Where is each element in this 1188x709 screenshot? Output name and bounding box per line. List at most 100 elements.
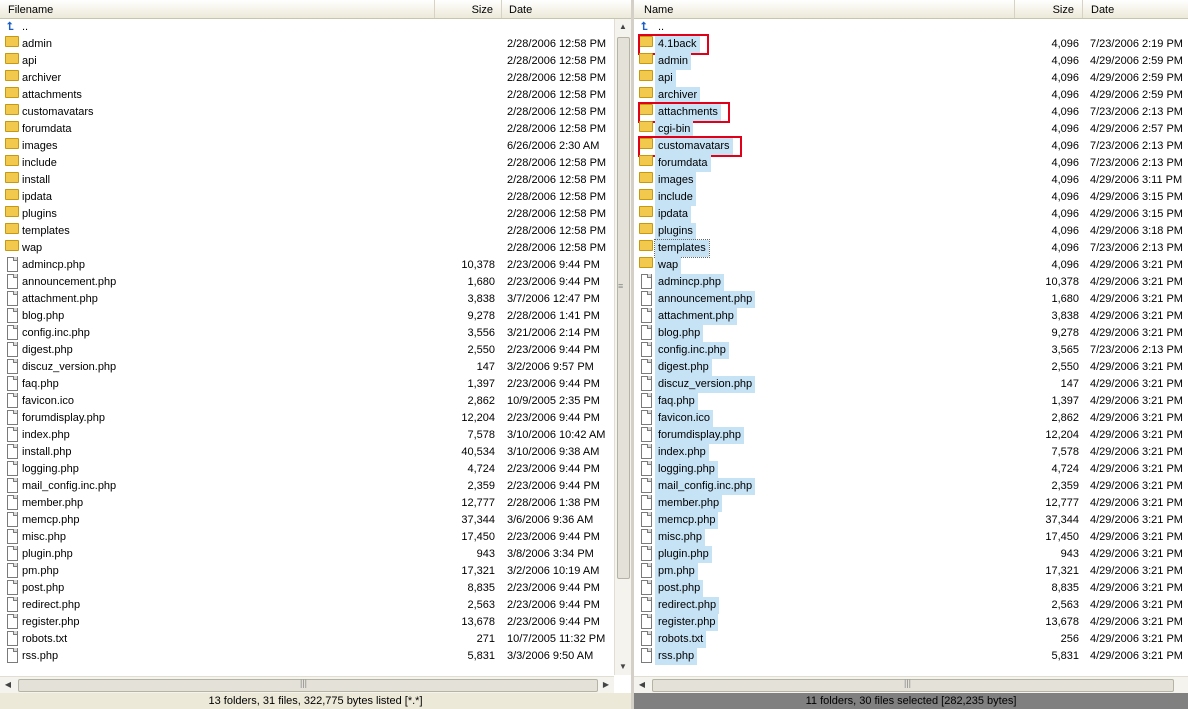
file-row[interactable]: post.php 8,835 2/23/2006 9:44 PM	[0, 580, 612, 597]
folder-row[interactable]: forumdata 4,096 7/23/2006 2:13 PM	[634, 155, 1188, 172]
file-row[interactable]: admincp.php 10,378 2/23/2006 9:44 PM	[0, 257, 612, 274]
file-row[interactable]: faq.php 1,397 4/29/2006 3:21 PM	[634, 393, 1188, 410]
local-file-pane[interactable]: Filename Size Date ⮤.. admin 2/28/2006 12:…	[0, 0, 631, 709]
folder-row[interactable]: images 6/26/2006 2:30 AM	[0, 138, 612, 155]
folder-row[interactable]: api 4,096 4/29/2006 2:59 PM	[634, 70, 1188, 87]
folder-row[interactable]: plugins 2/28/2006 12:58 PM	[0, 206, 612, 223]
file-row[interactable]: forumdisplay.php 12,204 4/29/2006 3:21 PM	[634, 427, 1188, 444]
file-row[interactable]: mail_config.inc.php 2,359 2/23/2006 9:44 P…	[0, 478, 612, 495]
folder-row[interactable]: admin 4,096 4/29/2006 2:59 PM	[634, 53, 1188, 70]
parent-directory-row[interactable]: ⮤..	[0, 19, 612, 36]
left-header-filename[interactable]: Filename	[0, 0, 435, 18]
right-header-name[interactable]: Name	[634, 0, 1015, 18]
file-row[interactable]: digest.php 2,550 2/23/2006 9:44 PM	[0, 342, 612, 359]
item-name: forumdata	[22, 123, 72, 135]
file-row[interactable]: logging.php 4,724 2/23/2006 9:44 PM	[0, 461, 612, 478]
folder-row[interactable]: customavatars 4,096 7/23/2006 2:13 PM	[634, 136, 1188, 157]
folder-row[interactable]: customavatars 2/28/2006 12:58 PM	[0, 104, 612, 121]
file-row[interactable]: post.php 8,835 4/29/2006 3:21 PM	[634, 580, 1188, 597]
file-row[interactable]: announcement.php 1,680 4/29/2006 3:21 PM	[634, 291, 1188, 308]
left-hscroll-thumb[interactable]	[18, 679, 598, 692]
file-row[interactable]: plugin.php 943 3/8/2006 3:34 PM	[0, 546, 612, 563]
file-row[interactable]: favicon.ico 2,862 4/29/2006 3:21 PM	[634, 410, 1188, 427]
file-row[interactable]: announcement.php 1,680 2/23/2006 9:44 PM	[0, 274, 612, 291]
file-row[interactable]: redirect.php 2,563 4/29/2006 3:21 PM	[634, 597, 1188, 614]
file-row[interactable]: favicon.ico 2,862 10/9/2005 2:35 PM	[0, 393, 612, 410]
file-row[interactable]: digest.php 2,550 4/29/2006 3:21 PM	[634, 359, 1188, 376]
file-row[interactable]: robots.txt 256 4/29/2006 3:21 PM	[634, 631, 1188, 648]
folder-row[interactable]: archiver 2/28/2006 12:58 PM	[0, 70, 612, 87]
folder-row[interactable]: attachments 2/28/2006 12:58 PM	[0, 87, 612, 104]
folder-row[interactable]: ipdata 2/28/2006 12:58 PM	[0, 189, 612, 206]
file-row[interactable]: redirect.php 2,563 2/23/2006 9:44 PM	[0, 597, 612, 614]
item-size: 37,344	[1045, 514, 1079, 526]
folder-row[interactable]: api 2/28/2006 12:58 PM	[0, 53, 612, 70]
folder-row[interactable]: images 4,096 4/29/2006 3:11 PM	[634, 172, 1188, 189]
parent-directory-row[interactable]: ⮤..	[634, 19, 1188, 36]
file-row[interactable]: admincp.php 10,378 4/29/2006 3:21 PM	[634, 274, 1188, 291]
file-row[interactable]: plugin.php 943 4/29/2006 3:21 PM	[634, 546, 1188, 563]
folder-row[interactable]: include 2/28/2006 12:58 PM	[0, 155, 612, 172]
right-header-date[interactable]: Date	[1083, 0, 1188, 18]
left-header-size[interactable]: Size	[435, 0, 502, 18]
file-row[interactable]: member.php 12,777 4/29/2006 3:21 PM	[634, 495, 1188, 512]
file-row[interactable]: pm.php 17,321 4/29/2006 3:21 PM	[634, 563, 1188, 580]
right-hscroll-thumb[interactable]	[652, 679, 1174, 692]
item-date: 4/29/2006 3:21 PM	[1090, 412, 1183, 424]
file-row[interactable]: forumdisplay.php 12,204 2/23/2006 9:44 PM	[0, 410, 612, 427]
folder-row[interactable]: ipdata 4,096 4/29/2006 3:15 PM	[634, 206, 1188, 223]
item-date: 7/23/2006 2:13 PM	[1090, 140, 1183, 152]
folder-row[interactable]: plugins 4,096 4/29/2006 3:18 PM	[634, 223, 1188, 240]
file-row[interactable]: attachment.php 3,838 4/29/2006 3:21 PM	[634, 308, 1188, 325]
file-row[interactable]: discuz_version.php 147 4/29/2006 3:21 PM	[634, 376, 1188, 393]
file-row[interactable]: rss.php 5,831 4/29/2006 3:21 PM	[634, 648, 1188, 665]
left-horizontal-scrollbar[interactable]: ◀ ||| ▶	[0, 676, 614, 693]
file-row[interactable]: discuz_version.php 147 3/2/2006 9:57 PM	[0, 359, 612, 376]
file-row[interactable]: blog.php 9,278 4/29/2006 3:21 PM	[634, 325, 1188, 342]
file-row[interactable]: memcp.php 37,344 3/6/2006 9:36 AM	[0, 512, 612, 529]
folder-row[interactable]: wap 4,096 4/29/2006 3:21 PM	[634, 257, 1188, 274]
file-row[interactable]: blog.php 9,278 2/28/2006 1:41 PM	[0, 308, 612, 325]
file-row[interactable]: index.php 7,578 4/29/2006 3:21 PM	[634, 444, 1188, 461]
left-vertical-scrollbar[interactable]: ▲ ≡ ▼	[614, 19, 631, 675]
folder-row[interactable]: wap 2/28/2006 12:58 PM	[0, 240, 612, 257]
file-row[interactable]: config.inc.php 3,556 3/21/2006 2:14 PM	[0, 325, 612, 342]
file-row[interactable]: mail_config.inc.php 2,359 4/29/2006 3:21 P…	[634, 478, 1188, 495]
file-row[interactable]: install.php 40,534 3/10/2006 9:38 AM	[0, 444, 612, 461]
file-row[interactable]: robots.txt 271 10/7/2005 11:32 PM	[0, 631, 612, 648]
grip-icon: ≡	[618, 281, 624, 291]
file-row[interactable]: misc.php 17,450 4/29/2006 3:21 PM	[634, 529, 1188, 546]
folder-row[interactable]: install 2/28/2006 12:58 PM	[0, 172, 612, 189]
file-row[interactable]: rss.php 5,831 3/3/2006 9:50 AM	[0, 648, 612, 665]
left-header-date[interactable]: Date	[502, 0, 614, 18]
remote-file-pane[interactable]: Name Size Date ⮤.. 4.1back 4,096 7/23/2006 …	[634, 0, 1188, 709]
file-row[interactable]: config.inc.php 3,565 7/23/2006 2:13 PM	[634, 342, 1188, 359]
scroll-right-icon[interactable]: ▶	[598, 677, 614, 693]
file-row[interactable]: memcp.php 37,344 4/29/2006 3:21 PM	[634, 512, 1188, 529]
file-row[interactable]: misc.php 17,450 2/23/2006 9:44 PM	[0, 529, 612, 546]
file-row[interactable]: attachment.php 3,838 3/7/2006 12:47 PM	[0, 291, 612, 308]
file-row[interactable]: register.php 13,678 2/23/2006 9:44 PM	[0, 614, 612, 631]
folder-row[interactable]: templates 4,096 7/23/2006 2:13 PM	[634, 239, 1188, 258]
file-row[interactable]: logging.php 4,724 4/29/2006 3:21 PM	[634, 461, 1188, 478]
right-header-size[interactable]: Size	[1015, 0, 1083, 18]
file-row[interactable]: register.php 13,678 4/29/2006 3:21 PM	[634, 614, 1188, 631]
file-row[interactable]: member.php 12,777 2/28/2006 1:38 PM	[0, 495, 612, 512]
folder-row[interactable]: include 4,096 4/29/2006 3:15 PM	[634, 189, 1188, 206]
scroll-left-icon[interactable]: ◀	[0, 677, 16, 693]
file-row[interactable]: pm.php 17,321 3/2/2006 10:19 AM	[0, 563, 612, 580]
file-row[interactable]: faq.php 1,397 2/23/2006 9:44 PM	[0, 376, 612, 393]
folder-row[interactable]: attachments 4,096 7/23/2006 2:13 PM	[634, 102, 1188, 123]
file-row[interactable]: index.php 7,578 3/10/2006 10:42 AM	[0, 427, 612, 444]
left-scroll-thumb[interactable]	[617, 37, 630, 579]
folder-row[interactable]: 4.1back 4,096 7/23/2006 2:19 PM	[634, 34, 1188, 55]
folder-row[interactable]: templates 2/28/2006 12:58 PM	[0, 223, 612, 240]
scroll-up-icon[interactable]: ▲	[615, 19, 631, 35]
folder-row[interactable]: forumdata 2/28/2006 12:58 PM	[0, 121, 612, 138]
folder-row[interactable]: admin 2/28/2006 12:58 PM	[0, 36, 612, 53]
scroll-down-icon[interactable]: ▼	[615, 659, 631, 675]
item-date: 2/23/2006 9:44 PM	[507, 463, 600, 475]
scroll-left-icon[interactable]: ◀	[634, 677, 650, 693]
right-horizontal-scrollbar[interactable]: ◀ |||	[634, 676, 1188, 693]
item-date: 2/23/2006 9:44 PM	[507, 531, 600, 543]
